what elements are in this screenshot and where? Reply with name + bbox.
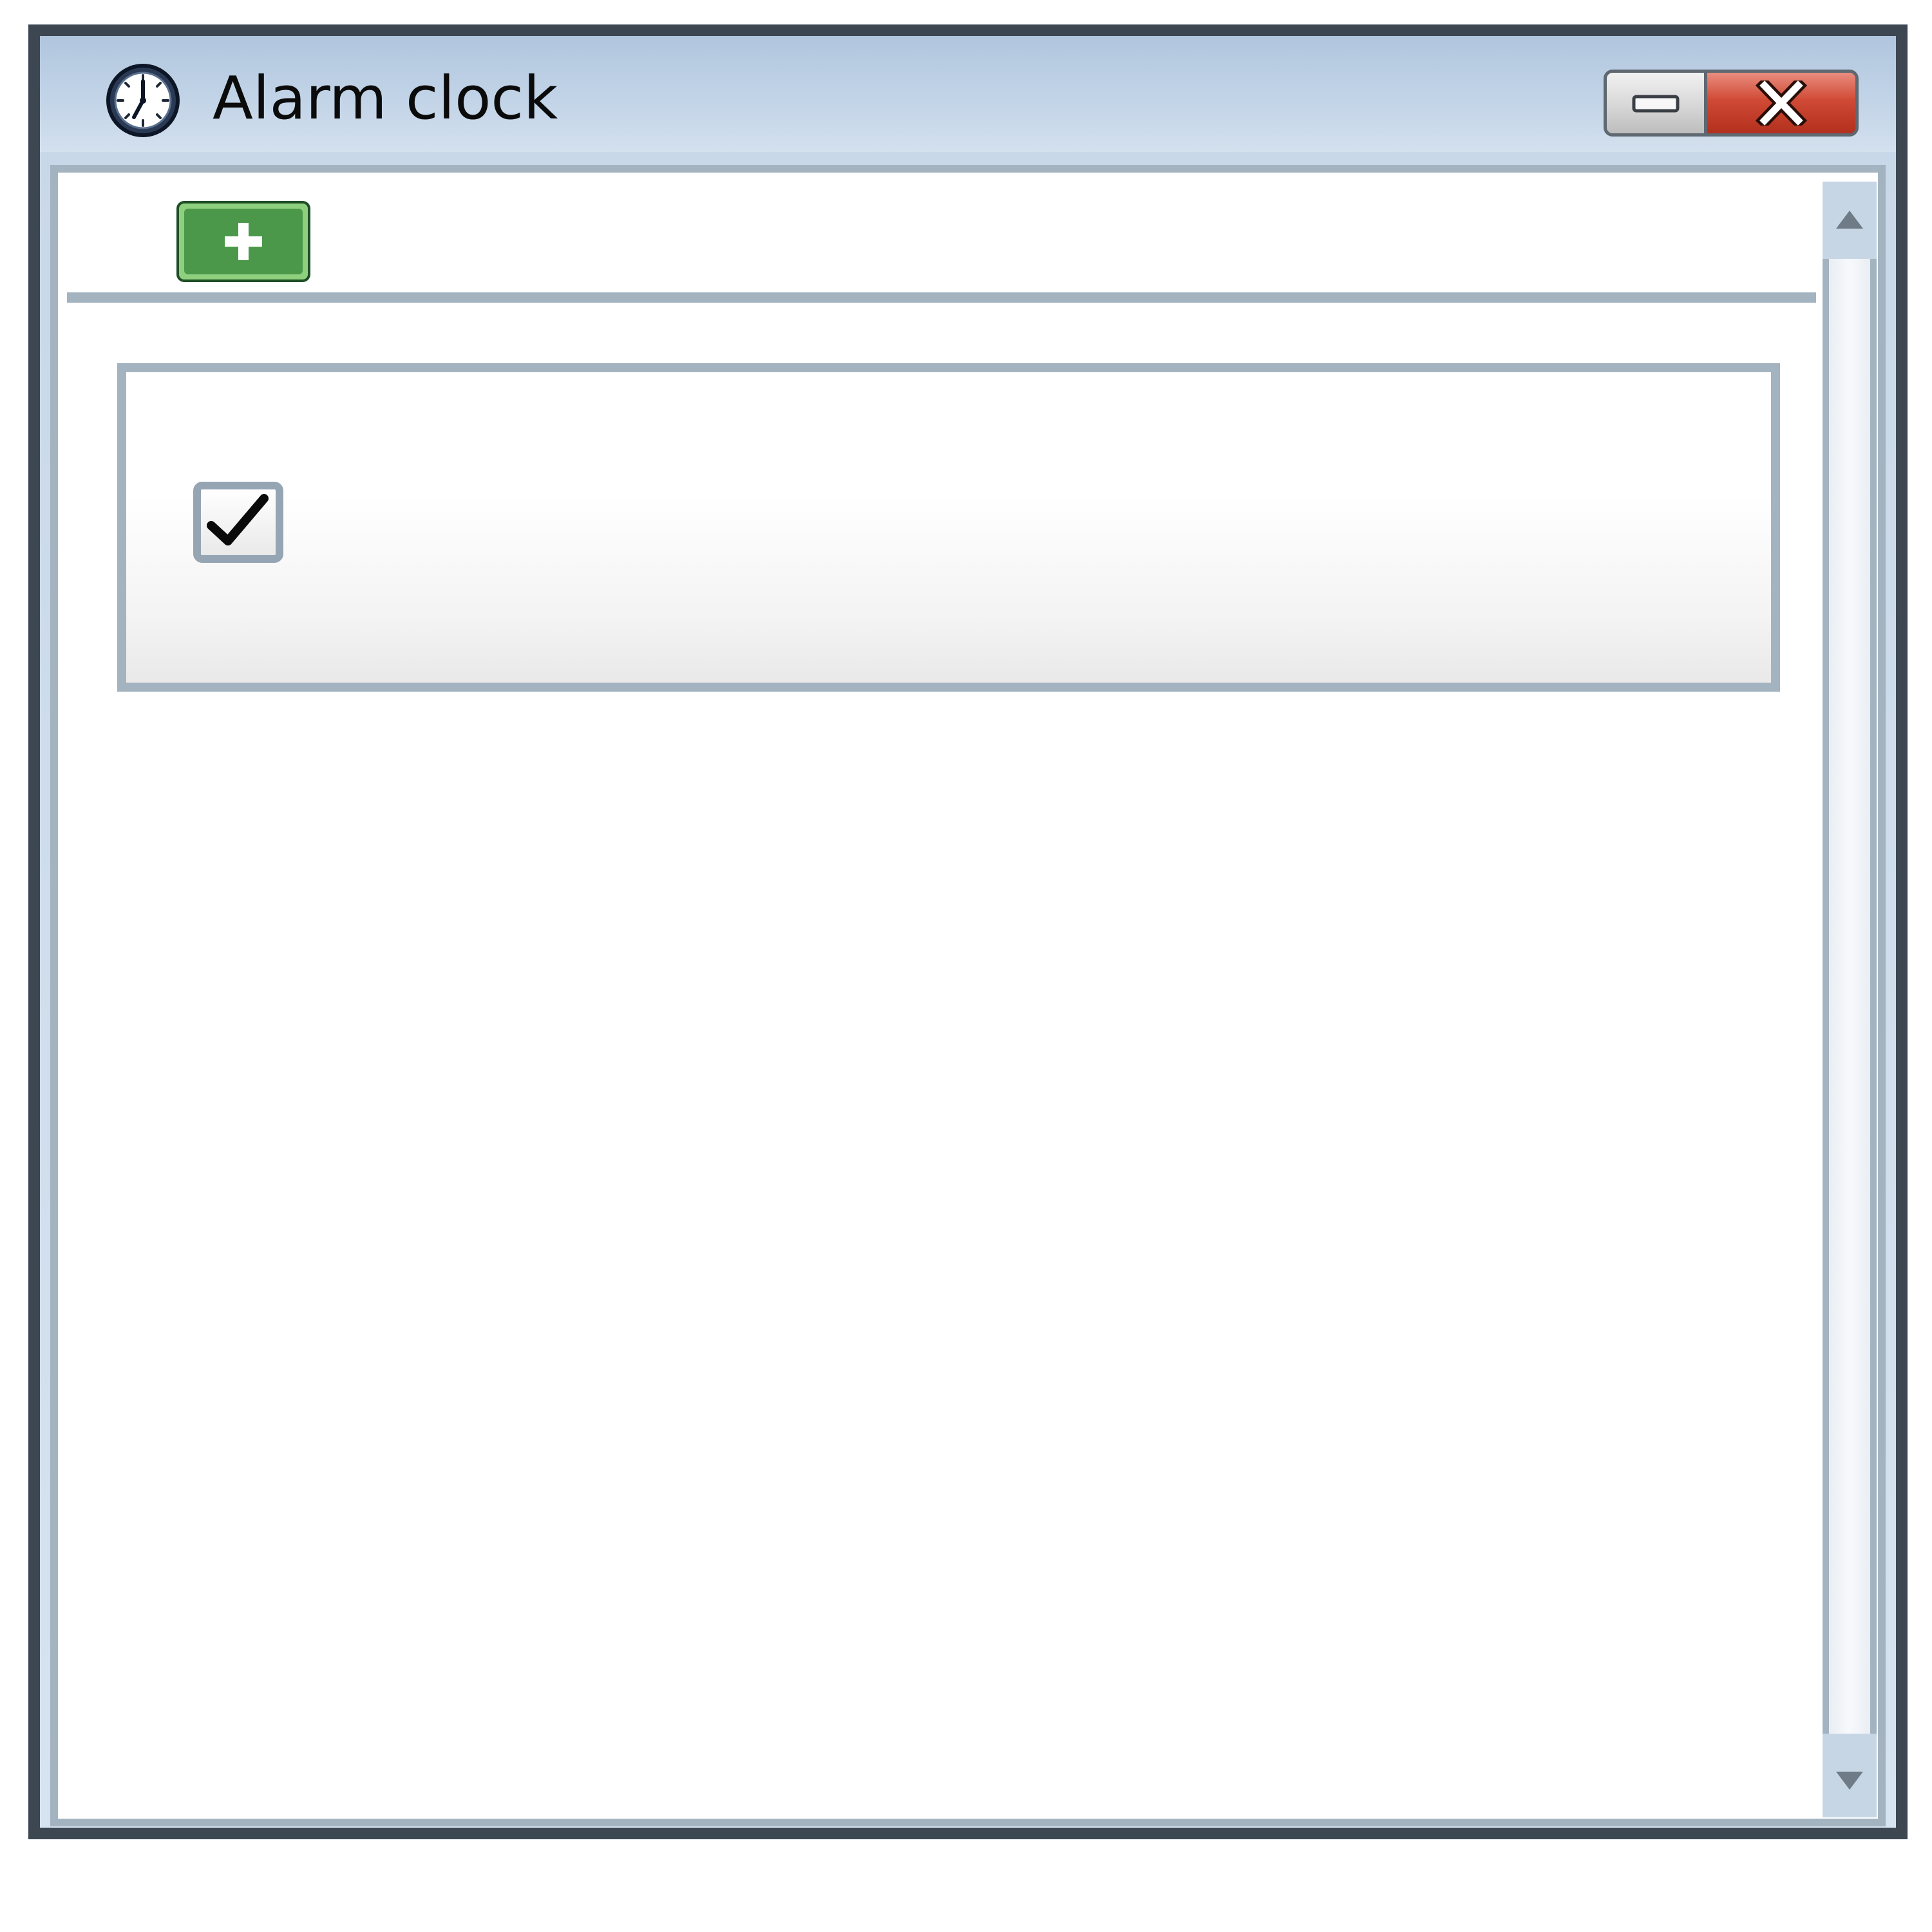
alarm-clock-window: Alarm clock [28,24,1908,1839]
scroll-track[interactable] [1823,259,1877,1734]
scroll-down-button[interactable] [1823,1745,1877,1816]
window-title: Alarm clock [213,64,558,133]
minimize-button[interactable] [1604,70,1708,137]
close-icon [1756,80,1807,126]
alarm-item[interactable] [117,363,1780,692]
title-bar[interactable]: Alarm clock [40,36,1896,152]
arrow-down-icon [1836,1772,1863,1790]
content-frame [50,165,1886,1826]
toolbar [67,182,1816,303]
alarm-list-area [67,182,1816,1817]
alarm-clock-icon [104,62,182,139]
close-button[interactable] [1704,70,1859,137]
add-alarm-button[interactable] [176,201,310,282]
checkmark-icon [207,494,269,545]
scroll-up-button[interactable] [1823,184,1877,255]
minimize-icon [1632,95,1680,113]
vertical-scrollbar[interactable] [1823,182,1877,1817]
plus-icon [225,223,262,260]
alarm-enabled-checkbox[interactable] [193,482,283,563]
arrow-up-icon [1836,211,1863,229]
